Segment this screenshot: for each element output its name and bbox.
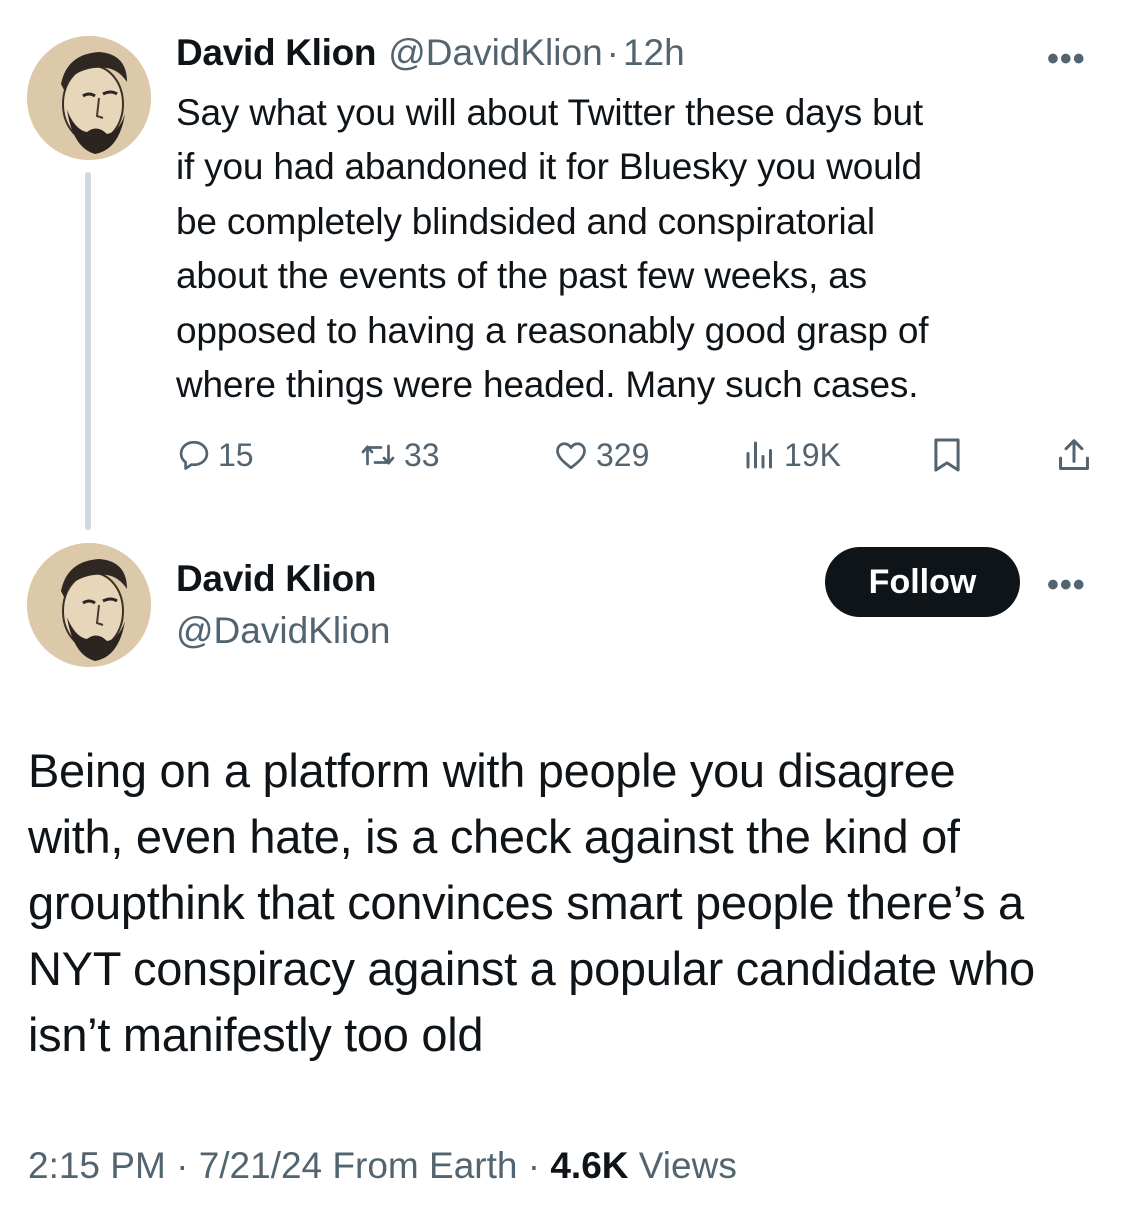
tweet-text-line: where things were headed. Many such case…	[176, 364, 919, 406]
meta-separator: ·	[517, 1145, 551, 1186]
reply-button[interactable]: 15	[176, 435, 254, 475]
tweet-metadata: 2:15 PM · 7/21/24 From Earth · 4.6K View…	[28, 1145, 737, 1187]
retweet-count: 33	[404, 436, 440, 473]
tweet-text-line: isn’t manifestly too old	[28, 1008, 484, 1061]
author-name[interactable]: David Klion	[176, 558, 377, 600]
share-button[interactable]	[1055, 435, 1099, 475]
retweet-button[interactable]: 33	[358, 435, 440, 475]
post-date[interactable]: 7/21/24	[199, 1145, 322, 1186]
avatar[interactable]	[27, 543, 151, 667]
reply-header: David Klion @DavidKlion · 12h	[176, 32, 685, 74]
like-icon	[556, 442, 586, 470]
more-options-icon[interactable]: •••	[1047, 40, 1086, 79]
header-separator: ·	[606, 32, 619, 73]
views-button[interactable]: 19K	[742, 435, 841, 475]
views-icon	[746, 441, 772, 469]
tweet-text-line: groupthink that convinces smart people t…	[28, 876, 1024, 929]
thread-line	[85, 172, 91, 530]
share-icon	[1059, 439, 1089, 470]
reply-icon	[179, 440, 209, 470]
avatar-portrait-image	[27, 36, 151, 160]
tweet-text-line: Say what you will about Twitter these da…	[176, 92, 923, 133]
bookmark-button[interactable]	[930, 435, 970, 475]
tweet-text-line: if you had abandoned it for Bluesky you …	[176, 146, 922, 188]
author-handle[interactable]: @DavidKlion	[176, 610, 390, 652]
post-location: From Earth	[322, 1145, 518, 1186]
reply-tweet-text: Say what you will about Twitter these da…	[176, 86, 1096, 412]
views-label: Views	[628, 1145, 737, 1186]
post-time[interactable]: 2:15 PM	[28, 1145, 166, 1186]
tweet-text-line: with, even hate, is a check against the …	[28, 810, 960, 863]
main-tweet-text: Being on a platform with people you disa…	[28, 738, 1098, 1068]
bookmark-icon	[934, 438, 960, 472]
meta-separator: ·	[165, 1145, 199, 1186]
follow-button[interactable]: Follow	[825, 547, 1020, 617]
reply-count: 15	[218, 436, 254, 473]
retweet-icon	[361, 444, 395, 466]
views-count: 4.6K	[550, 1145, 629, 1186]
author-name[interactable]: David Klion	[176, 32, 377, 74]
views-count: 19K	[784, 436, 841, 473]
tweet-text-line: be completely blindsided and conspirator…	[176, 200, 875, 242]
avatar[interactable]	[27, 36, 151, 160]
tweet-text-line: about the events of the past few weeks, …	[176, 255, 867, 297]
more-options-icon[interactable]: •••	[1047, 566, 1086, 605]
like-count: 329	[596, 436, 650, 473]
like-button[interactable]: 329	[552, 435, 649, 475]
timestamp[interactable]: 12h	[623, 32, 685, 74]
tweet-text-line: opposed to having a reasonably good gras…	[176, 309, 929, 351]
avatar-portrait-image	[27, 543, 151, 667]
tweet-text-line: NYT conspiracy against a popular candida…	[28, 942, 1035, 995]
author-handle[interactable]: @DavidKlion	[388, 32, 602, 74]
tweet-text-line: Being on a platform with people you disa…	[28, 744, 956, 797]
